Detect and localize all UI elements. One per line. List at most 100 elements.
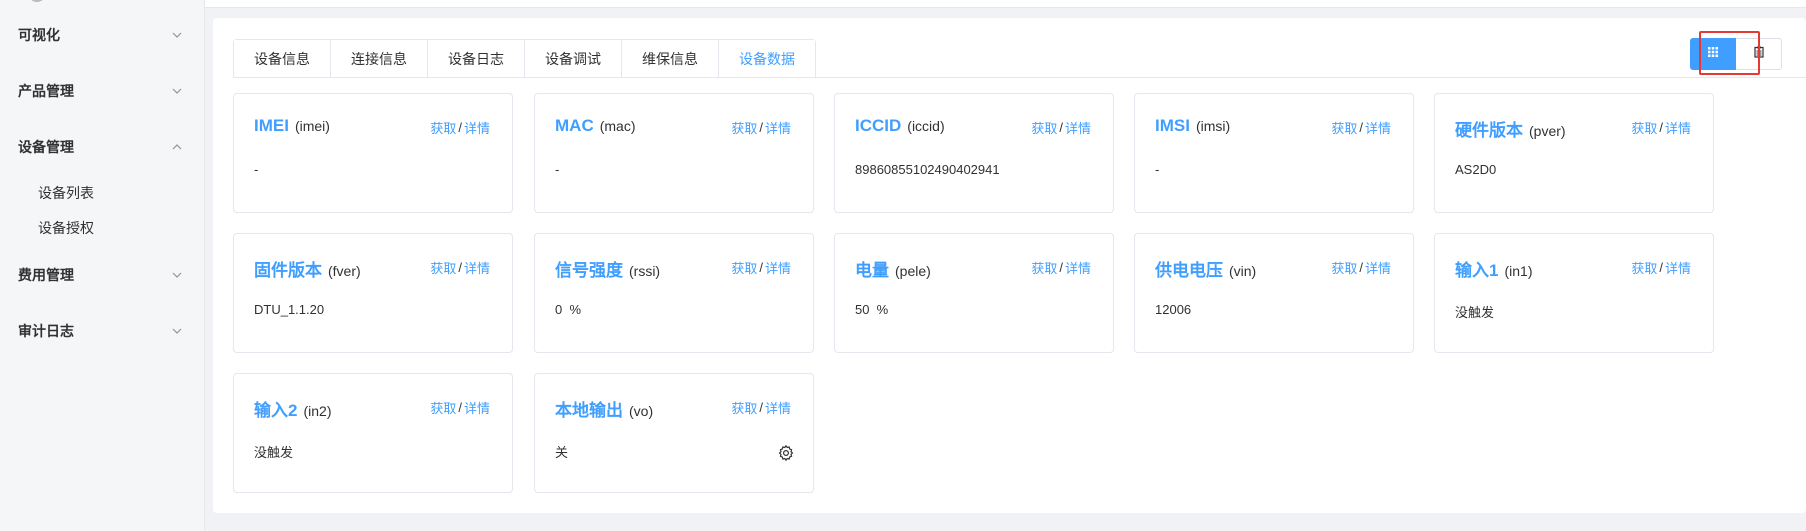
detail-link[interactable]: 详情 <box>765 398 791 417</box>
action-separator: / <box>759 120 763 135</box>
sidebar: 可视化 产品管理 设备管理 设备列表 设备授权 费用管理 审计日志 <box>0 0 205 531</box>
detail-link[interactable]: 详情 <box>464 258 490 277</box>
card-name: 信号强度 <box>555 261 623 280</box>
fetch-link[interactable]: 获取 <box>731 258 757 277</box>
data-card-imsi: IMSI (imsi) 获取 / 详情 - <box>1134 93 1414 213</box>
card-name: 电量 <box>855 261 889 280</box>
card-actions: 获取 / 详情 <box>1331 258 1391 277</box>
chevron-down-icon <box>171 85 183 97</box>
card-code: (iccid) <box>907 118 945 134</box>
card-title: 硬件版本 (pver) <box>1455 116 1566 141</box>
detail-link[interactable]: 详情 <box>1365 258 1391 277</box>
detail-link[interactable]: 详情 <box>1065 118 1091 137</box>
sidebar-item-audit-log[interactable]: 审计日志 <box>0 311 205 351</box>
chevron-down-icon <box>171 325 183 337</box>
card-title: IMEI (imei) <box>254 116 330 136</box>
data-card-pele: 电量 (pele) 获取 / 详情 50 % <box>834 233 1114 353</box>
data-card-fver: 固件版本 (fver) 获取 / 详情 DTU_1.1.20 <box>233 233 513 353</box>
card-value: 89860855102490402941 <box>855 162 1000 177</box>
card-title: 供电电压 (vin) <box>1155 256 1256 281</box>
card-code: (imsi) <box>1195 118 1231 134</box>
list-icon <box>1753 45 1765 63</box>
action-separator: / <box>1659 260 1663 275</box>
detail-link[interactable]: 详情 <box>1065 258 1091 277</box>
main-panel: 设备信息 连接信息 设备日志 设备调试 维保信息 设备数据 IMEI (imei… <box>213 18 1806 513</box>
card-code: (mac) <box>599 118 636 134</box>
card-value: 50 % <box>855 302 889 317</box>
action-separator: / <box>1359 120 1363 135</box>
top-header-strip <box>205 0 1806 8</box>
fetch-link[interactable]: 获取 <box>1631 118 1657 137</box>
data-card-in2: 输入2 (in2) 获取 / 详情 没触发 <box>233 373 513 493</box>
card-title: 输入2 (in2) <box>254 396 331 421</box>
data-card-iccid: ICCID (iccid) 获取 / 详情 89860855102490402941 <box>834 93 1114 213</box>
tab-device-debug[interactable]: 设备调试 <box>525 40 622 78</box>
card-actions: 获取 / 详情 <box>1331 118 1391 137</box>
sidebar-subitem-device-list[interactable]: 设备列表 <box>0 176 205 210</box>
chevron-down-icon <box>171 269 183 281</box>
fetch-link[interactable]: 获取 <box>1031 118 1057 137</box>
tab-connection-info[interactable]: 连接信息 <box>331 40 428 78</box>
fetch-link[interactable]: 获取 <box>1331 118 1357 137</box>
card-title: 输入1 (in1) <box>1455 256 1532 281</box>
view-toggle <box>1676 36 1788 72</box>
action-separator: / <box>458 260 462 275</box>
sidebar-item-label: 设备管理 <box>18 139 74 155</box>
data-card-vin: 供电电压 (vin) 获取 / 详情 12006 <box>1134 233 1414 353</box>
data-card-in1: 输入1 (in1) 获取 / 详情 没触发 <box>1434 233 1714 353</box>
card-code: (vin) <box>1229 263 1257 279</box>
card-code: (fver) <box>328 263 361 279</box>
card-actions: 获取 / 详情 <box>1631 118 1691 137</box>
detail-link[interactable]: 详情 <box>765 258 791 277</box>
fetch-link[interactable]: 获取 <box>731 398 757 417</box>
tab-device-info[interactable]: 设备信息 <box>234 40 331 78</box>
card-name: 输入2 <box>254 401 298 420</box>
action-separator: / <box>458 120 462 135</box>
fetch-link[interactable]: 获取 <box>1331 258 1357 277</box>
sidebar-item-label: 审计日志 <box>18 323 74 339</box>
tab-maintenance-info[interactable]: 维保信息 <box>622 40 719 78</box>
card-value: - <box>254 162 259 177</box>
fetch-link[interactable]: 获取 <box>430 398 456 417</box>
fetch-link[interactable]: 获取 <box>430 258 456 277</box>
tab-device-data[interactable]: 设备数据 <box>719 40 815 78</box>
card-name: 硬件版本 <box>1455 121 1523 140</box>
card-name: 本地输出 <box>555 401 623 420</box>
card-actions: 获取 / 详情 <box>731 398 791 417</box>
action-separator: / <box>1059 120 1063 135</box>
sidebar-item-visualization[interactable]: 可视化 <box>0 15 205 55</box>
list-view-button[interactable] <box>1736 38 1782 70</box>
card-code: (pver) <box>1529 123 1566 139</box>
tab-device-log[interactable]: 设备日志 <box>428 40 525 78</box>
sidebar-subitem-device-auth[interactable]: 设备授权 <box>0 211 205 245</box>
detail-link[interactable]: 详情 <box>1665 118 1691 137</box>
sidebar-item-billing[interactable]: 费用管理 <box>0 255 205 295</box>
card-value: - <box>555 162 560 177</box>
card-name: 输入1 <box>1455 261 1499 280</box>
card-actions: 获取 / 详情 <box>430 118 490 137</box>
fetch-link[interactable]: 获取 <box>1631 258 1657 277</box>
fetch-link[interactable]: 获取 <box>731 118 757 137</box>
card-code: (imei) <box>294 118 330 134</box>
sidebar-subitem-label: 设备列表 <box>38 185 94 201</box>
detail-link[interactable]: 详情 <box>1665 258 1691 277</box>
card-actions: 获取 / 详情 <box>430 398 490 417</box>
sidebar-item-device[interactable]: 设备管理 <box>0 127 205 167</box>
fetch-link[interactable]: 获取 <box>430 118 456 137</box>
action-separator: / <box>1059 260 1063 275</box>
sidebar-item-product[interactable]: 产品管理 <box>0 71 205 111</box>
fetch-link[interactable]: 获取 <box>1031 258 1057 277</box>
action-separator: / <box>1659 120 1663 135</box>
detail-link[interactable]: 详情 <box>464 118 490 137</box>
card-value: 12006 <box>1155 302 1192 317</box>
detail-link[interactable]: 详情 <box>765 118 791 137</box>
card-name: IMSI <box>1155 116 1190 135</box>
grid-icon <box>1707 45 1719 63</box>
detail-link[interactable]: 详情 <box>1365 118 1391 137</box>
card-name: IMEI <box>254 116 289 135</box>
gear-icon[interactable] <box>777 444 795 462</box>
detail-link[interactable]: 详情 <box>464 398 490 417</box>
card-title: 本地输出 (vo) <box>555 396 653 421</box>
card-actions: 获取 / 详情 <box>1031 258 1091 277</box>
grid-view-button[interactable] <box>1690 38 1736 70</box>
